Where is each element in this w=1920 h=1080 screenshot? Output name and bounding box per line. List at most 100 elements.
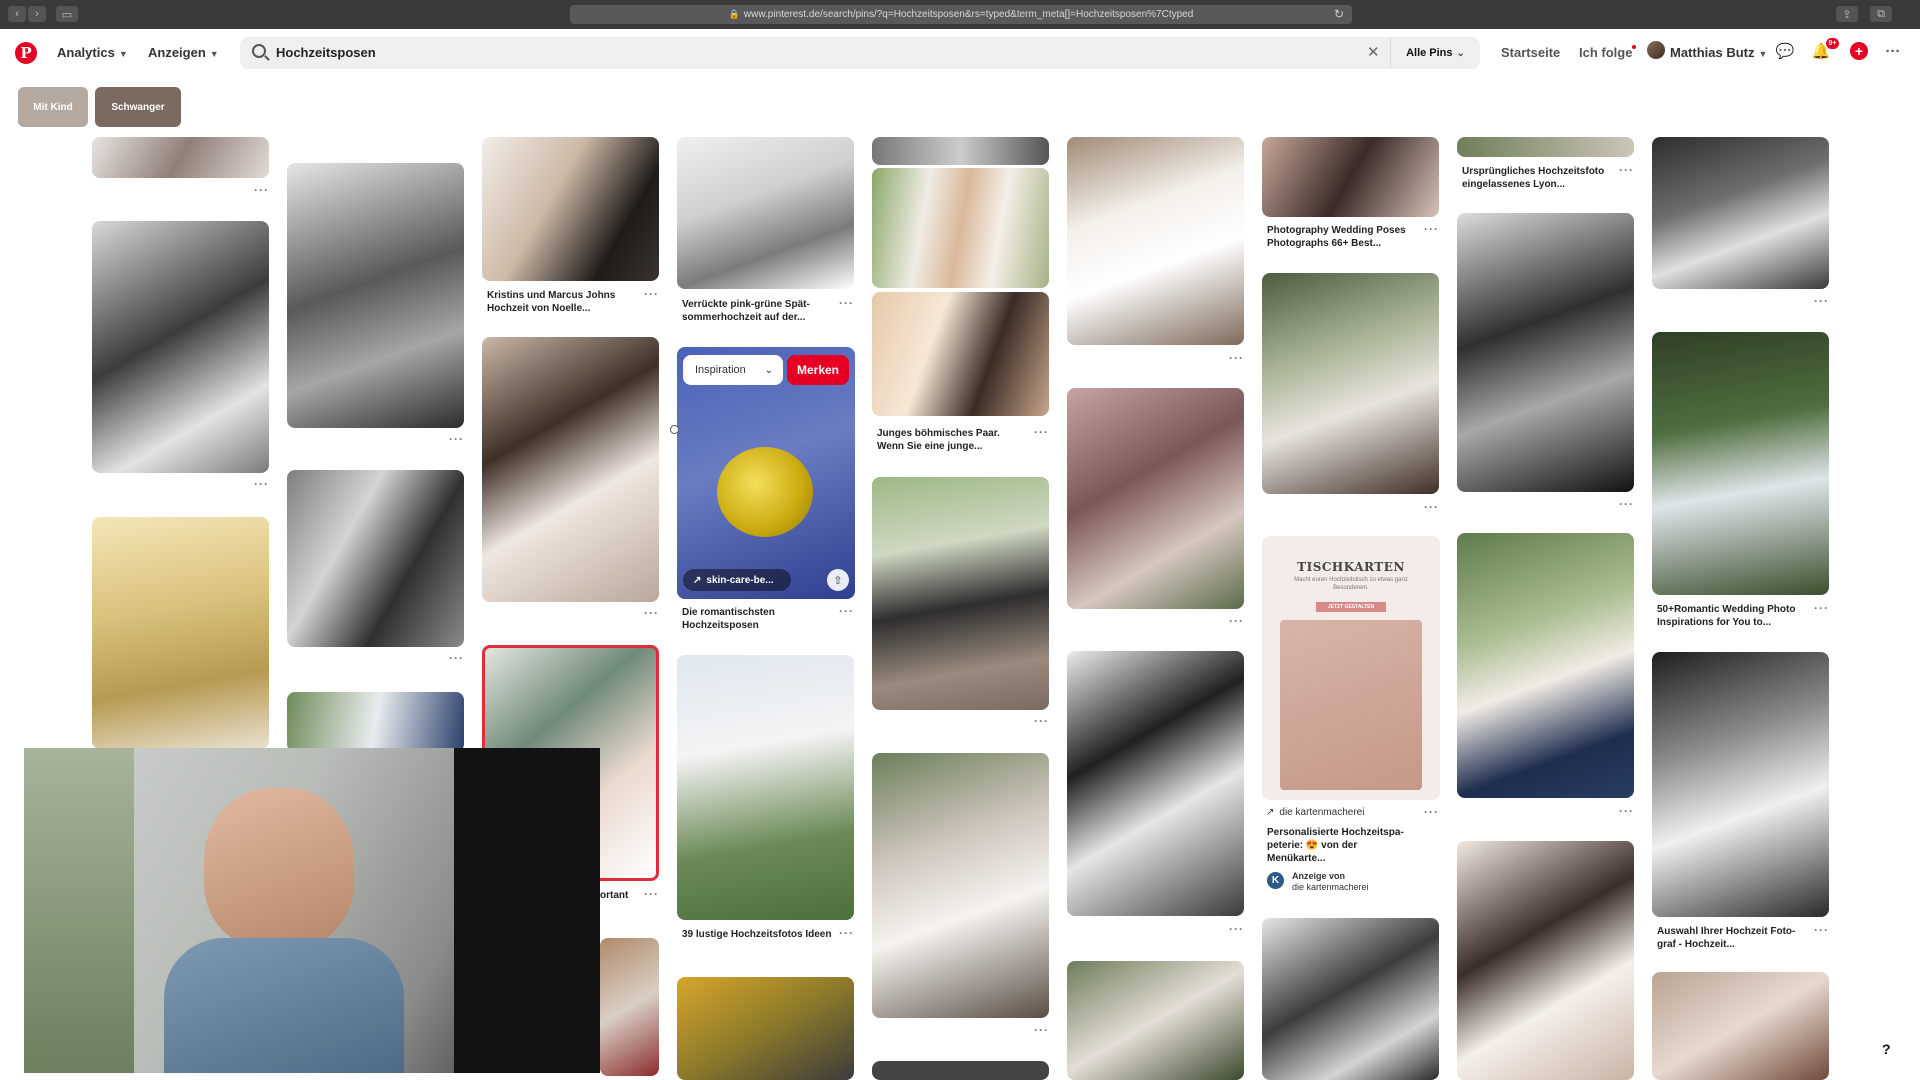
more-icon[interactable]: ···: [1034, 1023, 1049, 1037]
pin-image[interactable]: [677, 137, 854, 289]
tabs-icon[interactable]: ⧉: [1870, 6, 1892, 22]
pin-title[interactable]: Junges böhmisches Paar. Wenn Sie eine ju…: [877, 427, 1027, 453]
share-icon[interactable]: ⇪: [1836, 6, 1858, 22]
message-icon[interactable]: 💬: [1775, 41, 1795, 61]
pin-title[interactable]: Photography Wedding Poses Photographs 66…: [1267, 224, 1417, 250]
pin-image[interactable]: [1067, 651, 1244, 916]
pin-image[interactable]: [677, 977, 854, 1080]
more-icon[interactable]: ···: [839, 926, 854, 940]
filter-chip-schwanger[interactable]: Schwanger: [95, 87, 181, 127]
pin-image[interactable]: [287, 163, 464, 428]
pin-image[interactable]: [1457, 137, 1634, 157]
save-button[interactable]: Merken: [787, 355, 849, 385]
more-icon[interactable]: ···: [1424, 805, 1439, 819]
more-icon[interactable]: ···: [644, 287, 659, 301]
more-icon[interactable]: ···: [254, 183, 269, 197]
more-icon[interactable]: ···: [1619, 804, 1634, 818]
pin-image[interactable]: [1652, 652, 1829, 917]
pin-image[interactable]: [1457, 213, 1634, 492]
search-input[interactable]: Hochzeitsposen: [276, 45, 376, 60]
pin-image[interactable]: [872, 477, 1049, 710]
pinterest-logo-icon[interactable]: P: [15, 42, 37, 64]
more-icon[interactable]: ···: [1424, 500, 1439, 514]
share-icon[interactable]: ⇧: [827, 569, 849, 591]
pin-title[interactable]: 39 lustige Hochzeitsfotos Ideen: [682, 928, 832, 941]
url-bar[interactable]: 🔒 www.pinterest.de/search/pins/?q=Hochze…: [570, 5, 1352, 24]
avatar[interactable]: [1647, 41, 1665, 59]
forward-icon[interactable]: ›: [28, 6, 46, 22]
pin-image[interactable]: [1457, 841, 1634, 1080]
pin-image[interactable]: [872, 137, 1049, 165]
more-icon[interactable]: ···: [1619, 497, 1634, 511]
back-icon[interactable]: ‹: [8, 6, 26, 22]
pin-image[interactable]: [287, 692, 464, 752]
user-menu[interactable]: Matthias Butz ▼: [1670, 45, 1767, 60]
more-icon[interactable]: ···: [644, 606, 659, 620]
more-icon[interactable]: ···: [1814, 601, 1829, 615]
pin-title[interactable]: Die romantischsten Hochzeitsposen: [682, 606, 832, 632]
more-icon[interactable]: ···: [1229, 614, 1244, 628]
more-icon[interactable]: ···: [1619, 163, 1634, 177]
pin-image[interactable]: [872, 1061, 1049, 1080]
more-icon[interactable]: ···: [1814, 294, 1829, 308]
more-icon[interactable]: ···: [644, 887, 659, 901]
pin-image[interactable]: [1262, 273, 1439, 494]
pin-image[interactable]: [600, 938, 659, 1076]
advertiser-avatar[interactable]: K: [1267, 872, 1284, 889]
pin-image[interactable]: [92, 221, 269, 473]
more-icon[interactable]: ···: [839, 296, 854, 310]
board-select[interactable]: Inspiration ⌄: [683, 355, 783, 385]
more-icon[interactable]: ···: [1883, 41, 1903, 61]
ad-source-link[interactable]: ↗ die kartenmacherei: [1266, 807, 1364, 818]
more-icon[interactable]: ···: [1229, 922, 1244, 936]
nav-home[interactable]: Startseite: [1501, 45, 1560, 60]
nav-ads[interactable]: Anzeigen ▼: [148, 45, 219, 60]
advertiser-name[interactable]: die kartenmacherei: [1292, 882, 1369, 893]
pin-image[interactable]: [1262, 137, 1439, 217]
pin-image[interactable]: [872, 168, 1049, 288]
pin-title[interactable]: Ursprüngliches Hochzeitsfoto eingelassen…: [1462, 165, 1612, 191]
pin-image[interactable]: [677, 655, 854, 920]
reload-icon[interactable]: ↻: [1334, 7, 1344, 21]
more-icon[interactable]: ···: [254, 477, 269, 491]
pin-title[interactable]: 50+Romantic Wedding Photo Inspirations f…: [1657, 603, 1807, 629]
create-pin-icon[interactable]: +: [1850, 42, 1868, 60]
search-bar[interactable]: Hochzeitsposen ✕ Alle Pins ⌄: [240, 37, 1480, 69]
pin-image[interactable]: [1457, 533, 1634, 798]
more-icon[interactable]: ···: [1229, 351, 1244, 365]
pin-image[interactable]: [1652, 972, 1829, 1080]
pin-image[interactable]: [1067, 388, 1244, 609]
help-icon[interactable]: ?: [1882, 1041, 1891, 1057]
pin-image[interactable]: [482, 337, 659, 602]
ad-cta-button[interactable]: JETZT GESTALTEN: [1316, 602, 1386, 612]
pin-image[interactable]: [872, 292, 1049, 416]
pin-image[interactable]: [1262, 918, 1439, 1080]
close-icon[interactable]: ✕: [1367, 43, 1380, 61]
sidebar-icon[interactable]: ▭: [56, 6, 78, 22]
more-icon[interactable]: ···: [449, 432, 464, 446]
pin-image[interactable]: [1652, 137, 1829, 289]
more-icon[interactable]: ···: [1034, 714, 1049, 728]
pin-title[interactable]: Personalisierte Hochzeitspa-peterie: 😍 v…: [1267, 826, 1417, 865]
more-icon[interactable]: ···: [839, 604, 854, 618]
pin-image[interactable]: [92, 517, 269, 749]
ad-pin[interactable]: TISCHKARTEN Macht euren Hochzeitstisch z…: [1262, 536, 1440, 800]
pin-image[interactable]: [482, 137, 659, 281]
more-icon[interactable]: ···: [1034, 425, 1049, 439]
more-icon[interactable]: ···: [1814, 923, 1829, 937]
more-icon[interactable]: ···: [1424, 222, 1439, 236]
pin-image[interactable]: [92, 137, 269, 178]
search-scope-dropdown[interactable]: Alle Pins ⌄: [1390, 37, 1480, 69]
nav-following[interactable]: Ich folge: [1579, 45, 1637, 60]
nav-analytics[interactable]: Analytics ▼: [57, 45, 128, 60]
pin-image[interactable]: [287, 470, 464, 647]
source-link[interactable]: ↗ skin-care-be...: [683, 569, 791, 591]
pin-image[interactable]: [1067, 961, 1244, 1080]
pin-title[interactable]: Kristins und Marcus Johns Hochzeit von N…: [487, 289, 637, 315]
pin-title[interactable]: Verrückte pink-grüne Spät-sommerhochzeit…: [682, 298, 832, 324]
pin-image[interactable]: [1652, 332, 1829, 595]
pin-image[interactable]: [1067, 137, 1244, 345]
pin-image[interactable]: [872, 753, 1049, 1018]
more-icon[interactable]: ···: [449, 651, 464, 665]
pin-hovered[interactable]: Inspiration ⌄ Merken ↗ skin-care-be... ⇧: [677, 347, 855, 599]
